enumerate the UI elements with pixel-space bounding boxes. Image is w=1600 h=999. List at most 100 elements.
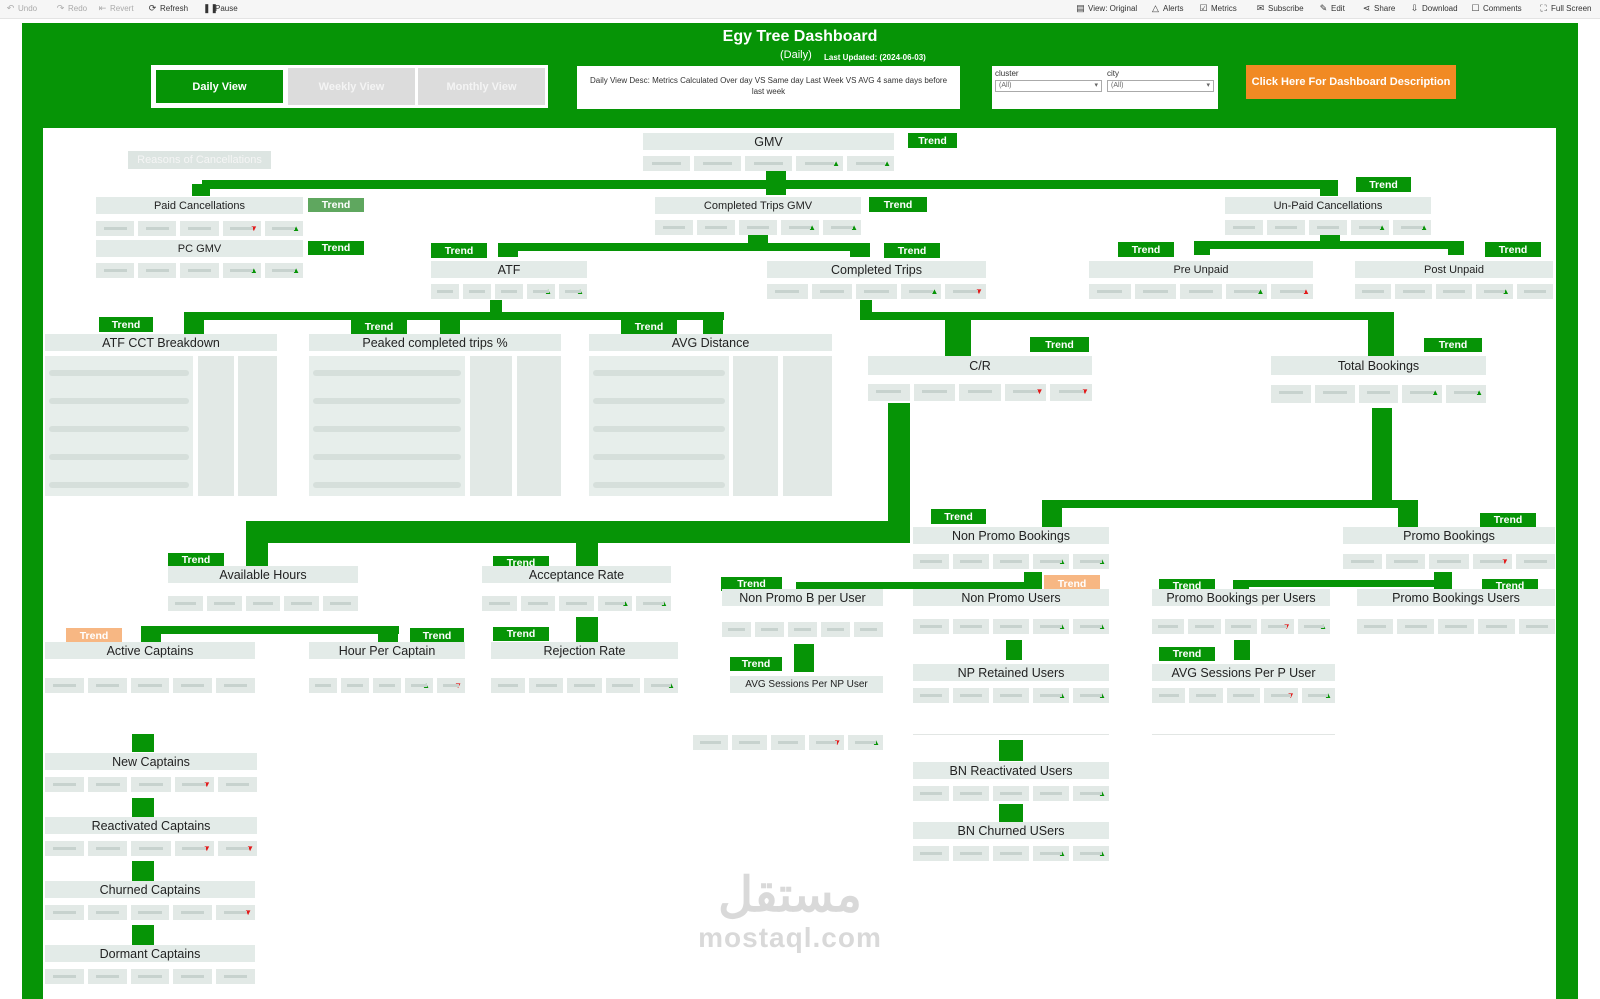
metric-label-avg-sessions-np: AVG Sessions Per NP User (730, 676, 883, 693)
dropdown-arrow-icon: ▾ (1094, 82, 1098, 89)
values-completed-trips: ▲ ▼ (767, 284, 986, 299)
table-peaked (309, 356, 465, 496)
dashboard-description-button[interactable]: Click Here For Dashboard Description (1246, 65, 1456, 99)
values-new-captains: ▼ (45, 777, 258, 792)
metric-label-unpaid-cancellations: Un-Paid Cancellations (1225, 197, 1431, 214)
metric-label-non-promo-users: Non Promo Users (913, 589, 1109, 606)
trend-button-rejection-rate[interactable]: Trend (493, 627, 549, 641)
trend-button-available-hours[interactable]: Trend (168, 553, 224, 567)
edit-button[interactable]: ✎ Edit (1319, 3, 1345, 14)
trend-button-active-captains[interactable]: Trend (66, 628, 122, 643)
values-gmv: ▲ ▲ (643, 156, 894, 171)
trend-button-avg-sessions-p[interactable]: Trend (1159, 647, 1215, 661)
connector (141, 626, 399, 634)
values-hour-per-captain: ▲ ▼ (309, 678, 465, 693)
connector (1372, 408, 1392, 500)
metric-label-post-unpaid: Post Unpaid (1355, 261, 1553, 278)
metrics-button[interactable]: ☑ Metrics (1199, 3, 1236, 14)
pause-button[interactable]: ❚❚ Pause (203, 4, 238, 14)
metrics-icon: ☑ (1199, 3, 1208, 13)
trend-button-atf[interactable]: Trend (431, 243, 487, 258)
trend-button-post-unpaid[interactable]: Trend (1485, 242, 1541, 257)
weekly-view-button[interactable]: Weekly View (288, 68, 415, 105)
trend-button-completed-trips-gmv[interactable]: Trend (869, 197, 927, 212)
values-promo-bookings-users (1357, 619, 1556, 634)
cluster-filter: cluster (All) ▾ (995, 69, 1102, 92)
full-screen-button[interactable]: ⛶ Full Screen (1539, 3, 1591, 14)
cluster-filter-label: cluster (995, 69, 1019, 78)
values-atf: ▲ ▲ (431, 284, 587, 299)
values-available-hours (168, 596, 358, 611)
last-updated: Last Updated: (2024-06-03) (824, 53, 926, 62)
trend-button-pc-gmv[interactable]: Trend (308, 241, 364, 255)
monthly-view-button[interactable]: Monthly View (418, 68, 545, 105)
trend-button-gmv[interactable]: Trend (908, 133, 957, 148)
trend-button-cr[interactable]: Trend (1030, 337, 1089, 352)
metric-label-gmv: GMV (643, 133, 894, 150)
alerts-button[interactable]: △ Alerts (1151, 4, 1183, 14)
trend-button-avg-distance[interactable]: Trend (621, 320, 677, 334)
metric-label-new-captains: New Captains (45, 753, 257, 770)
download-button[interactable]: ⇩ Download (1410, 3, 1458, 14)
connector (888, 403, 910, 539)
trend-button-completed-trips[interactable]: Trend (884, 243, 940, 258)
undo-button[interactable]: ↶ Undo (6, 3, 37, 14)
comments-button[interactable]: ☐ Comments (1471, 4, 1521, 14)
values-non-promo-bookings: ▲ ▲ (913, 554, 1109, 569)
metric-label-paid-cancellations: Paid Cancellations (96, 197, 303, 214)
metric-label-completed-trips: Completed Trips (767, 261, 986, 278)
table-column (783, 356, 832, 496)
trend-button-atf-cct[interactable]: Trend (99, 317, 153, 332)
connector (1368, 312, 1394, 356)
revert-icon: ⇤ (98, 3, 107, 13)
values-dormant-captains (45, 969, 255, 984)
trend-button-total-gmv-branch[interactable]: Trend (1356, 177, 1411, 192)
metric-label-cr: C/R (868, 356, 1092, 375)
metric-label-churned-captains: Churned Captains (45, 881, 255, 898)
metric-label-reactivated-captains: Reactivated Captains (45, 817, 257, 834)
metric-label-non-promo-bookings: Non Promo Bookings (913, 527, 1109, 544)
metric-label-avg-distance: AVG Distance (589, 334, 832, 351)
cluster-select[interactable]: (All) ▾ (995, 80, 1102, 92)
download-icon: ⇩ (1410, 3, 1419, 13)
pencil-icon: ✎ (1319, 3, 1328, 13)
trend-button-paid-cancellations[interactable]: Trend (308, 198, 364, 212)
values-non-promo-b-per-user (722, 622, 883, 638)
filters-panel: cluster (All) ▾ city (All) ▾ (992, 66, 1218, 109)
connector (1234, 640, 1250, 660)
watermark-latin: mostaql.com (698, 922, 882, 953)
values-acceptance-rate: ▲ ▲ (482, 596, 671, 611)
trend-button-peaked[interactable]: Trend (351, 320, 407, 334)
undo-icon: ↶ (6, 3, 15, 13)
refresh-button[interactable]: ⟳ Refresh (148, 4, 188, 14)
connector (1398, 500, 1418, 528)
fullscreen-icon: ⛶ (1540, 3, 1547, 13)
values-active-captains (45, 678, 255, 693)
redo-button[interactable]: ↷ Redo (56, 4, 87, 14)
connector (576, 617, 598, 644)
values-cr: ▼ ▼ (868, 384, 1092, 401)
trend-button-total-bookings[interactable]: Trend (1424, 338, 1482, 352)
share-button[interactable]: ⋖ Share (1362, 4, 1396, 14)
trend-button-hour-per-captain[interactable]: Trend (410, 628, 464, 643)
trend-button-pre-unpaid[interactable]: Trend (1118, 242, 1174, 257)
daily-view-button[interactable]: Daily View (154, 68, 285, 105)
view-icon: ▤ (1076, 3, 1085, 13)
trend-button-promo-bookings[interactable]: Trend (1480, 513, 1536, 527)
revert-button[interactable]: ⇤ Revert (98, 3, 134, 14)
dropdown-arrow-icon: ▾ (1206, 82, 1210, 89)
city-filter: city (All) ▾ (1107, 69, 1214, 92)
view-original-button[interactable]: ▤ View: Original (1076, 3, 1137, 14)
values-avg-sessions-p: ▼ ▲ (1152, 688, 1336, 703)
connector (945, 312, 971, 356)
trend-button-non-promo-bookings[interactable]: Trend (931, 509, 986, 524)
reasons-of-cancellations-button[interactable]: Reasons of Cancellations (128, 151, 271, 169)
connector (498, 243, 856, 251)
values-non-promo-users: ▲ ▲ (913, 619, 1109, 634)
metric-label-active-captains: Active Captains (45, 642, 255, 659)
subscribe-button[interactable]: ✉ Subscribe (1256, 4, 1304, 14)
city-select[interactable]: (All) ▾ (1107, 80, 1214, 92)
values-pre-unpaid: ▲ ▲ (1089, 284, 1313, 299)
values-unpaid-cancellations: ▲ ▲ (1225, 220, 1431, 235)
trend-button-avg-sessions-np[interactable]: Trend (730, 657, 782, 671)
